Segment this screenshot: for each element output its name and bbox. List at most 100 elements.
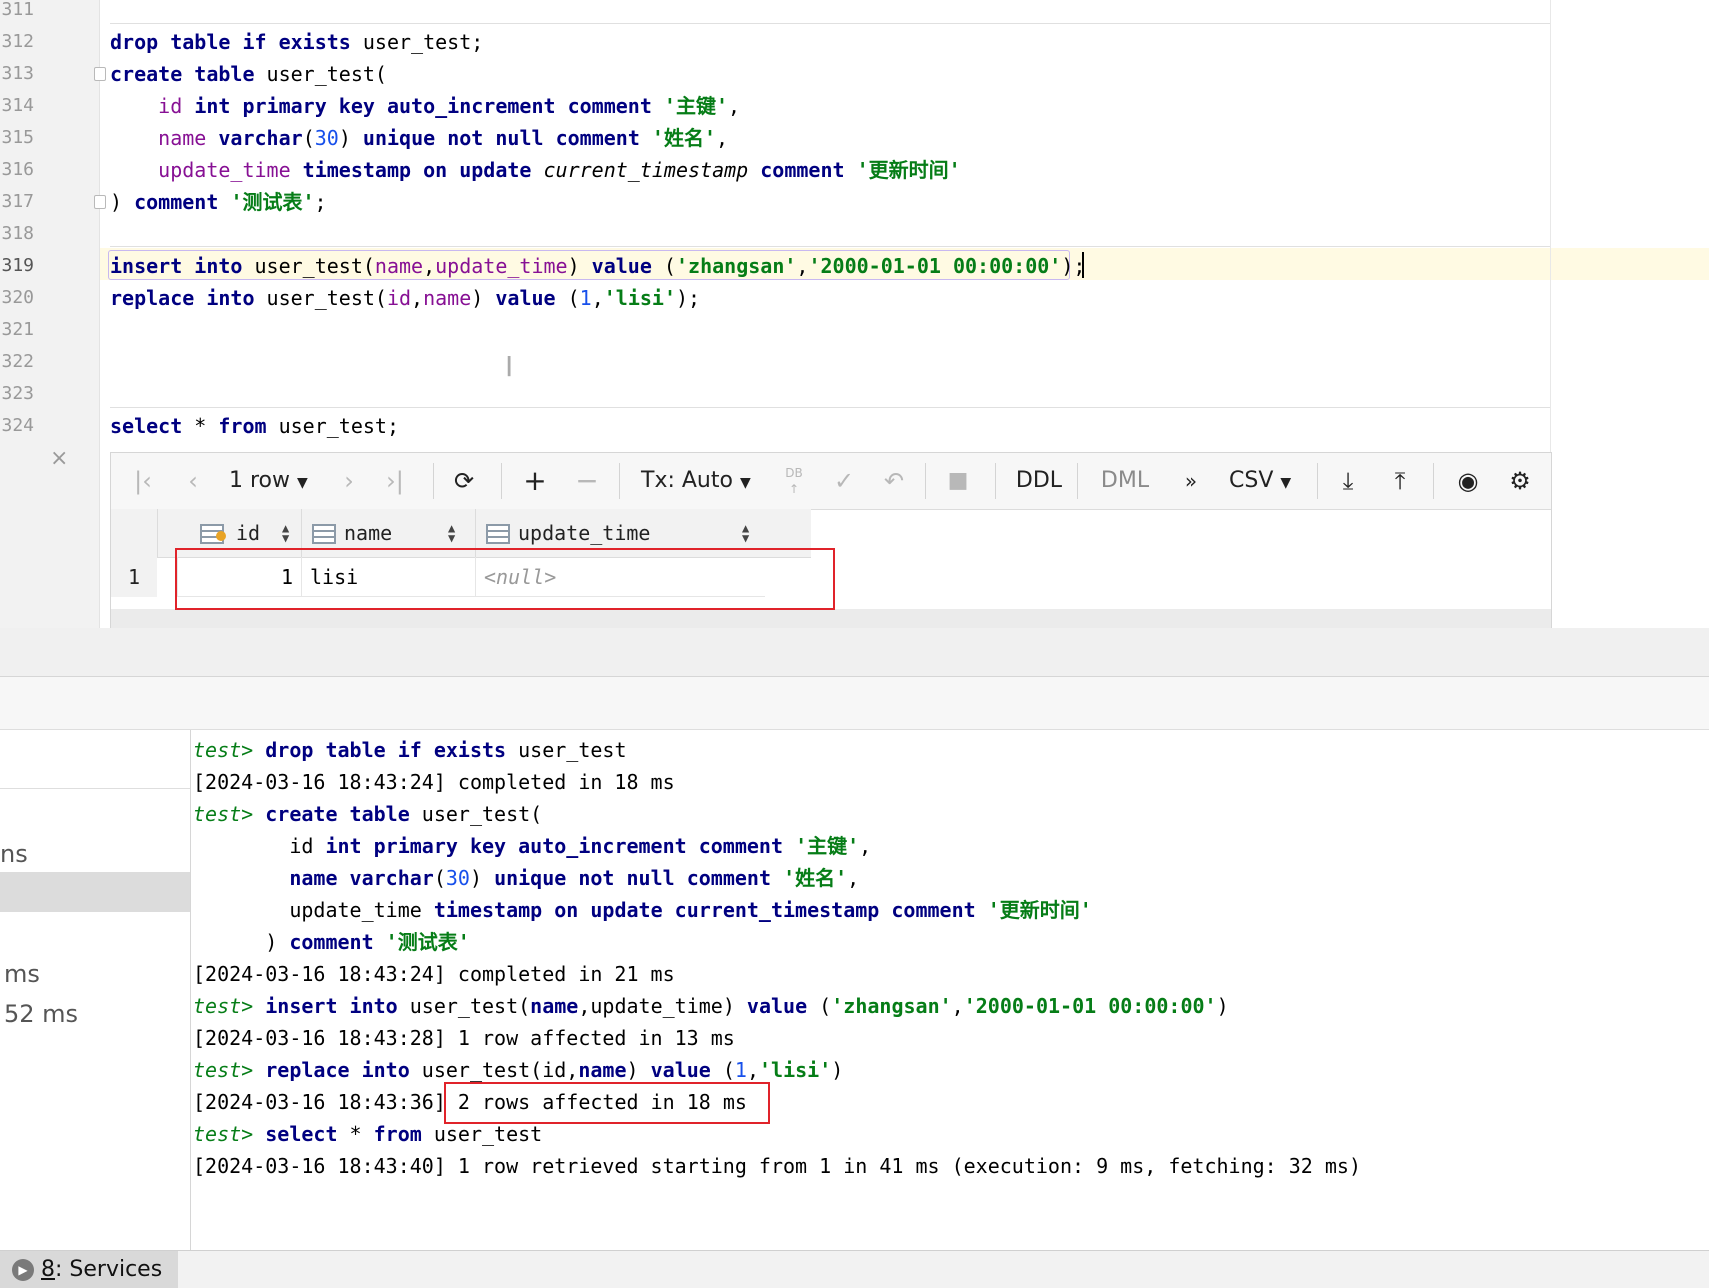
commit-check-icon[interactable]: ✓ [829,463,859,499]
statement-separator [110,23,1550,24]
string-literal: '姓名' [783,866,848,890]
stop-icon[interactable]: ■ [945,463,971,499]
key-icon [216,531,226,541]
row-count-dropdown[interactable]: 1 row ▼ [229,463,319,499]
view-eye-icon[interactable]: ◉ [1451,463,1485,499]
more-actions-icon[interactable]: » [1181,463,1201,499]
line-number: 314 [1,95,34,116]
column-icon [312,524,336,544]
console-prompt: test> [193,1058,254,1082]
services-tree-item[interactable]: 52 ms [4,994,194,1034]
line-number: 315 [1,127,34,148]
line-number-gutter: 311 312 313 314 315 316 317 318 319 320 … [0,0,100,628]
console-prompt: test> [193,738,254,762]
chevron-down-icon: ▼ [297,475,308,491]
upload-icon[interactable]: ⤒ [1385,463,1415,499]
console-prompt: test> [193,994,254,1018]
code-line: create table user_test( [110,62,387,86]
splitter-bar[interactable] [0,628,1709,677]
fold-marker-icon[interactable] [94,67,106,81]
services-icon: ▶ [12,1259,34,1281]
code-line: select * from user_test; [110,414,399,438]
add-row-icon[interactable]: + [521,463,549,499]
code-line: name varchar(30) unique not null comment… [158,126,729,150]
sql-editor[interactable]: 311 312 313 314 315 316 317 318 319 320 … [0,0,1709,629]
last-page-icon[interactable]: ›| [381,463,409,499]
line-number: 319 [1,255,34,276]
status-bar: ▶ 8: Services [0,1250,1709,1288]
line-number: 312 [1,31,34,52]
sort-icon[interactable]: ▲ ▼ [742,522,749,544]
statement-separator [110,246,1550,247]
services-tree-item[interactable]: ns [0,834,190,874]
results-scrollbar-track[interactable] [111,609,1551,629]
sort-icon[interactable]: ▲ ▼ [448,522,455,544]
row-count-label: 1 row [229,468,291,493]
settings-gear-icon[interactable]: ⚙ [1505,463,1535,499]
tree-item-label: ms [4,960,40,988]
services-console[interactable]: test> drop table if exists user_test [20… [191,730,1709,1250]
refresh-icon[interactable]: ⟳ [449,463,479,499]
string-literal: '主键' [795,834,860,858]
console-line: name varchar(30) unique not null comment… [289,866,860,890]
string-literal: '2000-01-01 00:00:00' [963,994,1217,1018]
row-number[interactable]: 1 [111,557,157,597]
code-line: drop table if exists user_test; [110,30,484,54]
console-log-line: [2024-03-16 18:43:40] 1 row retrieved st… [193,1154,1361,1178]
rollback-icon[interactable]: ↶ [879,463,909,499]
first-page-icon[interactable]: |‹ [129,463,157,499]
console-prompt: test> [193,1122,254,1146]
line-number: 316 [1,159,34,180]
db-label: DB [785,466,803,480]
string-literal: '主键' [663,94,729,118]
highlight-box-result-row [175,548,835,610]
services-tab-label: : Services [55,1257,163,1282]
console-line: test> create table user_test( [193,802,543,826]
tree-item-label: 52 ms [4,1000,79,1028]
string-literal: 'zhangsan' [831,994,952,1018]
text-caret [1082,252,1084,278]
console-line: ) comment '测试表' [193,930,470,954]
dml-button[interactable]: DML [1095,463,1155,499]
transaction-mode-dropdown[interactable]: Tx: Auto ▼ [641,463,761,499]
string-literal: '2000-01-01 00:00:00' [808,254,1062,278]
toolbar-separator [619,463,620,499]
console-prompt: test> [193,802,254,826]
submit-db-icon[interactable]: DB ↑ [779,465,809,501]
chevron-down-icon: ▼ [739,475,751,491]
ddl-button[interactable]: DDL [1011,463,1067,499]
chevron-down-icon: ▼ [1280,475,1292,491]
tree-item-label: ns [0,840,28,868]
console-line: test> drop table if exists user_test [193,738,627,762]
selected-tree-item[interactable] [0,872,190,912]
highlight-box-rows-affected [444,1082,770,1124]
code-line: update_time timestamp on update current_… [158,158,961,182]
console-log-line: [2024-03-16 18:43:24] completed in 21 ms [193,962,675,986]
line-number: 318 [1,223,34,244]
fold-marker-icon[interactable] [94,195,106,209]
sort-icon[interactable]: ▲ ▼ [282,522,289,544]
console-timestamp: [2024-03-16 18:43:36] [193,1090,446,1114]
string-literal: 'lisi' [603,286,677,310]
line-number: 323 [1,383,34,404]
services-tool-window-tab[interactable]: ▶ 8: Services [0,1251,178,1288]
next-page-icon[interactable]: › [337,463,361,499]
results-toolbar: |‹ ‹ 1 row ▼ › ›| ⟳ + − Tx: Auto ▼ DB ↑ ✓… [111,453,1551,510]
line-number: 320 [1,287,34,308]
code-line: insert into user_test(name,update_time) … [110,254,1086,278]
toolbar-separator [925,463,926,499]
line-number: 321 [1,319,34,340]
line-number: 317 [1,191,34,212]
close-results-icon[interactable]: × [50,446,68,471]
services-tree-item[interactable]: ms [4,954,194,994]
download-icon[interactable]: ⤓ [1333,463,1363,499]
export-format-dropdown[interactable]: CSV ▼ [1229,463,1309,499]
toolbar-separator [1433,463,1434,499]
prev-page-icon[interactable]: ‹ [181,463,205,499]
string-literal: '测试表' [385,930,470,954]
console-log-line: [2024-03-16 18:43:24] completed in 18 ms [193,770,675,794]
services-tab-mnemonic: 8 [41,1257,55,1282]
delete-row-icon[interactable]: − [573,463,601,499]
tree-separator [0,788,190,789]
toolbar-separator [433,463,434,499]
